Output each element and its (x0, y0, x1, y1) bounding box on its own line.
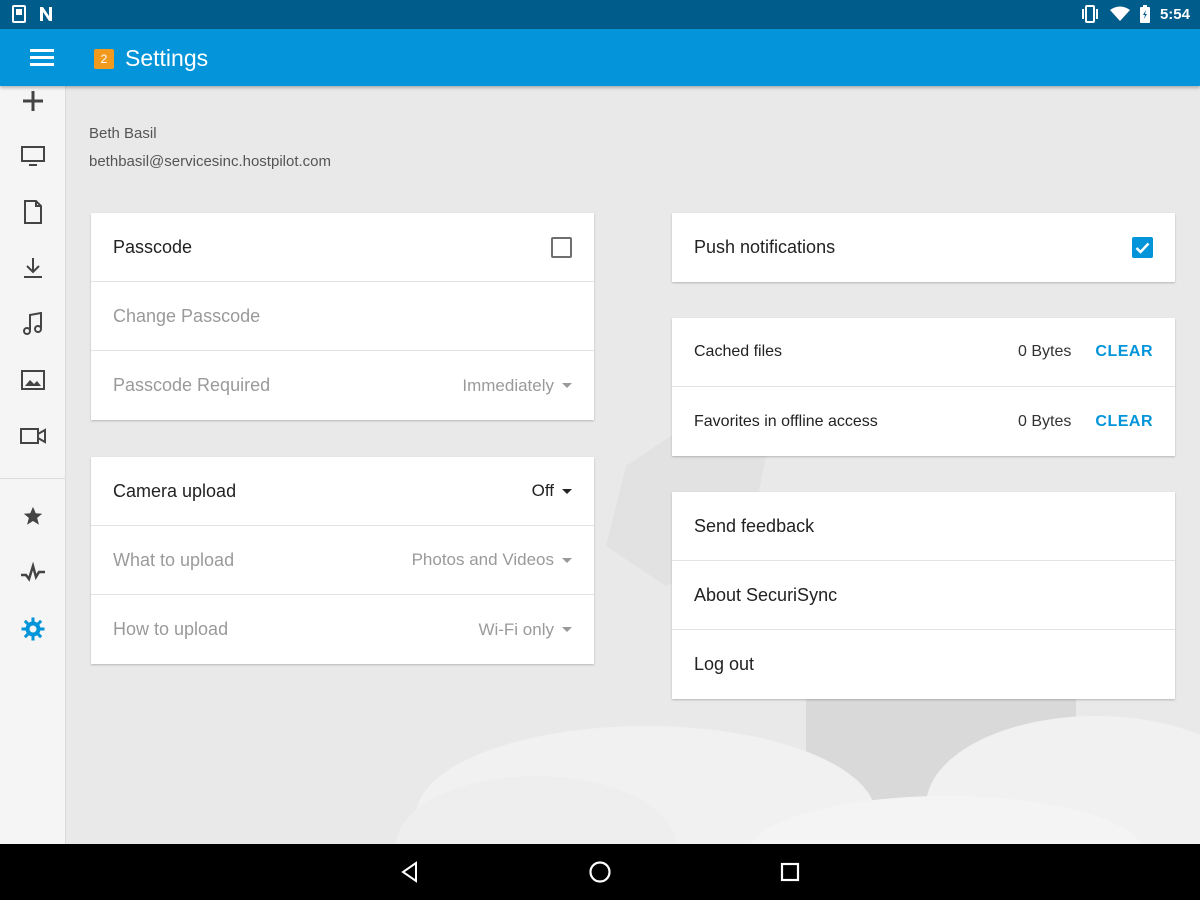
app-bar: 2 Settings (0, 29, 1200, 86)
storage-card: Cached files 0 Bytes CLEAR Favorites in … (672, 318, 1175, 456)
change-passcode-row[interactable]: Change Passcode (91, 282, 594, 351)
favorites-offline-label: Favorites in offline access (694, 412, 878, 430)
activity-icon[interactable] (18, 558, 48, 588)
device-icon (12, 5, 26, 23)
menu-icon-line (30, 49, 54, 52)
passcode-card: Passcode Change Passcode Passcode Requir… (91, 213, 594, 420)
caret-down-icon (562, 627, 572, 632)
monitor-icon[interactable] (18, 141, 48, 171)
check-icon (1135, 242, 1150, 254)
camera-upload-row[interactable]: Camera upload Off (91, 457, 594, 526)
what-to-upload-value: Photos and Videos (411, 550, 554, 569)
how-to-upload-row[interactable]: How to upload Wi-Fi only (91, 595, 594, 664)
passcode-required-value: Immediately (462, 375, 554, 395)
send-feedback-label: Send feedback (694, 515, 815, 536)
back-icon[interactable] (395, 857, 425, 887)
push-notifications-checkbox[interactable] (1132, 237, 1153, 258)
log-out-label: Log out (694, 654, 755, 674)
passcode-row[interactable]: Passcode (91, 213, 594, 282)
about-label: About SecuriSync (694, 584, 838, 605)
gear-icon[interactable] (18, 614, 48, 644)
passcode-checkbox[interactable] (551, 236, 572, 258)
user-name: Beth Basil (89, 125, 157, 142)
document-icon[interactable] (18, 197, 48, 227)
clear-favorites-button[interactable]: CLEAR (1095, 413, 1153, 431)
recents-icon[interactable] (775, 857, 805, 887)
change-passcode-label: Change Passcode (113, 305, 261, 326)
music-icon[interactable] (18, 309, 48, 339)
caret-down-icon (562, 557, 572, 563)
what-to-upload-label: What to upload (113, 549, 235, 570)
menu-icon-line (30, 56, 54, 59)
download-icon[interactable] (18, 253, 48, 283)
push-notifications-row[interactable]: Push notifications (672, 213, 1175, 282)
menu-icon-line (30, 63, 54, 66)
plus-icon[interactable] (18, 86, 48, 116)
star-icon[interactable] (18, 501, 48, 531)
image-icon[interactable] (18, 365, 48, 395)
n-icon (38, 6, 54, 22)
passcode-label: Passcode (113, 236, 193, 257)
camera-upload-card: Camera upload Off What to upload Photos … (91, 457, 594, 664)
system-nav-bar (0, 844, 1200, 900)
what-to-upload-dropdown[interactable]: Photos and Videos (412, 550, 572, 570)
camera-upload-dropdown[interactable]: Off (532, 481, 572, 501)
page-title: Settings (125, 45, 209, 71)
rail-divider (0, 478, 66, 479)
clock-text: 5:54 (1159, 5, 1190, 23)
log-out-row[interactable]: Log out (672, 630, 1175, 699)
cached-files-row: Cached files 0 Bytes CLEAR (672, 318, 1175, 387)
wifi-icon (1109, 6, 1130, 22)
cached-files-size: 0 Bytes (1018, 343, 1072, 360)
battery-icon (1139, 5, 1150, 23)
how-to-upload-dropdown[interactable]: Wi-Fi only (478, 620, 572, 640)
misc-card: Send feedback About SecuriSync Log out (672, 492, 1175, 699)
menu-button[interactable] (22, 45, 62, 71)
video-icon[interactable] (18, 421, 48, 451)
caret-down-icon (562, 383, 572, 388)
camera-upload-value: Off (531, 481, 554, 500)
passcode-required-dropdown[interactable]: Immediately (462, 376, 572, 396)
how-to-upload-value: Wi-Fi only (478, 619, 554, 639)
clear-cached-files-button[interactable]: CLEAR (1095, 343, 1153, 361)
about-row[interactable]: About SecuriSync (672, 561, 1175, 630)
cached-files-label: Cached files (694, 343, 783, 360)
passcode-required-label: Passcode Required (113, 375, 271, 395)
favorites-offline-size: 0 Bytes (1018, 412, 1072, 430)
push-notifications-card: Push notifications (672, 213, 1175, 282)
push-notifications-label: Push notifications (694, 237, 836, 257)
home-icon[interactable] (585, 857, 615, 887)
send-feedback-row[interactable]: Send feedback (672, 492, 1175, 561)
caret-down-icon (562, 488, 572, 494)
camera-upload-label: Camera upload (113, 480, 237, 501)
how-to-upload-label: How to upload (113, 619, 229, 639)
favorites-offline-row: Favorites in offline access 0 Bytes CLEA… (672, 387, 1175, 456)
status-bar: 5:54 (0, 0, 1200, 29)
app-logo-icon: 2 (94, 49, 114, 69)
side-rail (0, 86, 66, 844)
passcode-required-row[interactable]: Passcode Required Immediately (91, 351, 594, 420)
user-email: bethbasil@servicesinc.hostpilot.com (89, 153, 331, 170)
vibrate-icon (1080, 5, 1100, 23)
what-to-upload-row[interactable]: What to upload Photos and Videos (91, 526, 594, 595)
